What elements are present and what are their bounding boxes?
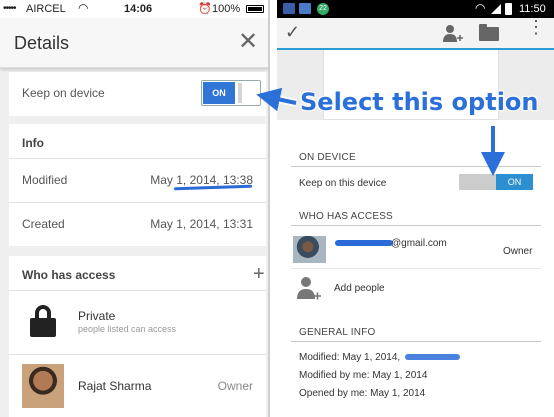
keep-on-device-row: Keep on device ON bbox=[9, 72, 266, 116]
keep-on-this-device-toggle[interactable]: ON bbox=[459, 174, 533, 190]
details-header: Details ✕ bbox=[0, 18, 268, 68]
keep-on-device-label: Keep on device bbox=[22, 86, 105, 100]
status-time: 14:06 bbox=[124, 3, 153, 15]
wifi-icon: ◠ bbox=[475, 1, 486, 15]
avatar bbox=[293, 236, 326, 263]
info-row-created: Created May 1, 2014, 13:31 bbox=[9, 202, 266, 246]
person-role: Owner bbox=[217, 379, 253, 393]
private-subtitle: people listed can access bbox=[78, 324, 177, 334]
divider bbox=[291, 166, 541, 167]
annotation-callout: Select this option bbox=[300, 88, 539, 116]
add-person-icon[interactable]: + bbox=[253, 263, 265, 286]
battery-icon bbox=[505, 3, 512, 15]
keep-on-device-card: Keep on device ON bbox=[9, 72, 266, 116]
check-icon[interactable]: ✓ bbox=[285, 22, 300, 43]
android-details-screen: 22 ◠ 11:50 ✓ ⋮ ON DEVICE Keep on this de… bbox=[277, 0, 554, 417]
ios-status-bar: ••••• AIRCEL ◠ 14:06 ⏰ 100% bbox=[0, 0, 268, 18]
add-person-icon[interactable] bbox=[441, 23, 463, 45]
signal-icon bbox=[491, 4, 501, 14]
lock-icon bbox=[30, 305, 56, 337]
on-device-heading: ON DEVICE bbox=[299, 152, 356, 163]
android-status-bar: 22 ◠ 11:50 bbox=[277, 0, 554, 18]
add-people-icon[interactable] bbox=[295, 275, 323, 303]
notification-app-icon bbox=[299, 3, 311, 14]
status-time: 11:50 bbox=[519, 3, 546, 15]
notification-app-icon bbox=[283, 3, 295, 14]
avatar bbox=[22, 364, 64, 408]
alarm-icon: ⏰ bbox=[198, 3, 212, 15]
lock-body bbox=[30, 318, 56, 337]
opened-by-me-info: Opened by me: May 1, 2014 bbox=[299, 388, 426, 399]
user-email: @gmail.com bbox=[391, 238, 447, 249]
info-row-modified: Modified May 1, 2014, 13:38 bbox=[9, 158, 266, 202]
battery-icon bbox=[246, 5, 264, 13]
access-heading: Who has access bbox=[22, 268, 116, 282]
wifi-icon: ◠ bbox=[78, 1, 89, 15]
signal-dots-icon: ••••• bbox=[3, 3, 16, 14]
notification-count-badge: 22 bbox=[317, 3, 329, 15]
close-icon[interactable]: ✕ bbox=[238, 28, 258, 56]
add-people-link[interactable]: Add people bbox=[334, 283, 385, 294]
divider bbox=[291, 341, 541, 342]
carrier-name: AIRCEL bbox=[26, 3, 66, 15]
modified-by-me-info: Modified by me: May 1, 2014 bbox=[299, 370, 428, 381]
created-label: Created bbox=[22, 217, 65, 231]
toggle-on-label: ON bbox=[496, 174, 533, 190]
modified-info: Modified: May 1, 2014, bbox=[299, 352, 401, 363]
redaction-scribble bbox=[335, 240, 393, 246]
created-value: May 1, 2014, 13:31 bbox=[150, 217, 253, 231]
divider bbox=[291, 268, 541, 269]
toggle-knob bbox=[238, 83, 242, 103]
folder-icon[interactable] bbox=[479, 24, 499, 41]
redaction-scribble bbox=[405, 354, 460, 360]
general-info-heading: GENERAL INFO bbox=[299, 327, 376, 338]
battery-percent: 100% bbox=[212, 3, 241, 15]
keep-on-device-toggle[interactable]: ON bbox=[201, 80, 261, 106]
keep-on-this-device-label: Keep on this device bbox=[299, 178, 387, 189]
person-name: Rajat Sharma bbox=[78, 379, 152, 393]
private-title: Private bbox=[78, 309, 116, 323]
page-title: Details bbox=[14, 33, 70, 53]
who-has-access-heading: WHO HAS ACCESS bbox=[299, 211, 393, 222]
info-heading: Info bbox=[22, 136, 44, 150]
divider bbox=[291, 225, 541, 226]
modified-label: Modified bbox=[22, 173, 68, 187]
toggle-on-label: ON bbox=[203, 82, 235, 104]
overflow-menu-icon[interactable]: ⋮ bbox=[527, 18, 545, 36]
access-heading-row: Who has access + bbox=[9, 256, 266, 290]
action-bar: ✓ ⋮ bbox=[277, 18, 554, 50]
info-heading-row: Info bbox=[9, 124, 266, 158]
owner-role: Owner bbox=[503, 246, 533, 257]
ios-details-screen: ••••• AIRCEL ◠ 14:06 ⏰ 100% Details ✕ Ke… bbox=[0, 0, 270, 417]
